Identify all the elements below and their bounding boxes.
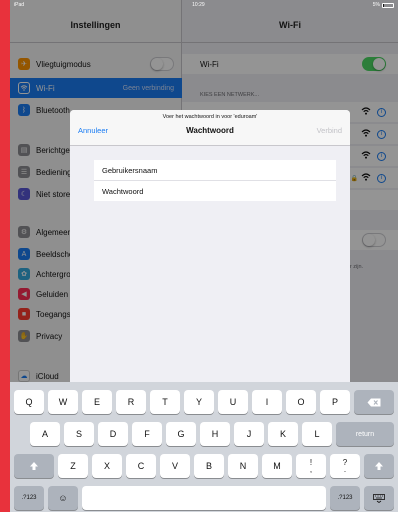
key-m[interactable]: M [262,454,292,478]
onscreen-keyboard: Q W E R T Y U I O P A S D F G H J K L re… [10,382,398,512]
battery-percentage: 5% [372,2,380,8]
key-p[interactable]: P [320,390,350,414]
password-field[interactable] [94,181,336,201]
keyboard-row-4: .?123 ☺ .?123 [10,486,398,510]
key-y[interactable]: Y [184,390,214,414]
device-label: iPad [14,2,25,8]
key-l[interactable]: L [302,422,332,446]
key-bottom-glyph: , [309,465,313,474]
key-b[interactable]: B [194,454,224,478]
key-d[interactable]: D [98,422,128,446]
emoji-key[interactable]: ☺ [48,486,78,510]
keyboard-row-3: Z X C V B N M ! , ? . [10,454,398,478]
keyboard-row-2: A S D F G H J K L return [10,422,398,446]
dialog-prompt: Voer het wachtwoord in voor 'eduroam' [162,114,258,120]
key-x[interactable]: X [92,454,122,478]
key-t[interactable]: T [150,390,180,414]
status-bar: iPad 10:29 5% [10,0,398,10]
key-exclamation-comma[interactable]: ! , [296,454,326,478]
key-glyphs: ? . [343,459,347,474]
smiley-icon: ☺ [58,493,68,503]
password-input[interactable] [102,186,336,196]
dialog-title: Wachtwoord [186,126,234,135]
clock: 10:29 [192,2,205,8]
shift-icon [30,462,38,470]
shift-key-left[interactable] [14,454,54,478]
numbers-key-right[interactable]: .?123 [330,486,360,510]
key-g[interactable]: G [166,422,196,446]
battery-icon [381,2,394,8]
key-question-period[interactable]: ? . [330,454,360,478]
key-s[interactable]: S [64,422,94,446]
key-v[interactable]: V [160,454,190,478]
space-key[interactable] [82,486,326,510]
keyboard-hide-icon [373,493,385,503]
battery-indicator: 5% [373,2,394,8]
key-j[interactable]: J [234,422,264,446]
key-k[interactable]: K [268,422,298,446]
username-field[interactable] [94,160,336,180]
backspace-key[interactable] [354,390,394,414]
key-e[interactable]: E [82,390,112,414]
return-key[interactable]: return [336,422,394,446]
password-dialog: Voer het wachtwoord in voor 'eduroam' An… [70,110,350,406]
key-i[interactable]: I [252,390,282,414]
backspace-icon [367,398,381,406]
key-o[interactable]: O [286,390,316,414]
username-input[interactable] [102,165,336,175]
key-r[interactable]: R [116,390,146,414]
hide-keyboard-key[interactable] [364,486,394,510]
key-c[interactable]: C [126,454,156,478]
shift-icon [375,462,383,470]
dialog-navbar: Voer het wachtwoord in voor 'eduroam' An… [70,110,350,146]
key-bottom-glyph: . [343,465,347,474]
key-glyphs: ! , [309,459,313,474]
key-u[interactable]: U [218,390,248,414]
key-q[interactable]: Q [14,390,44,414]
key-f[interactable]: F [132,422,162,446]
key-a[interactable]: A [30,422,60,446]
shift-key-right[interactable] [364,454,394,478]
keyboard-row-1: Q W E R T Y U I O P [10,390,398,414]
key-n[interactable]: N [228,454,258,478]
key-w[interactable]: W [48,390,78,414]
numbers-key-left[interactable]: .?123 [14,486,44,510]
connect-button[interactable]: Verbind [317,126,342,135]
key-z[interactable]: Z [58,454,88,478]
key-h[interactable]: H [200,422,230,446]
